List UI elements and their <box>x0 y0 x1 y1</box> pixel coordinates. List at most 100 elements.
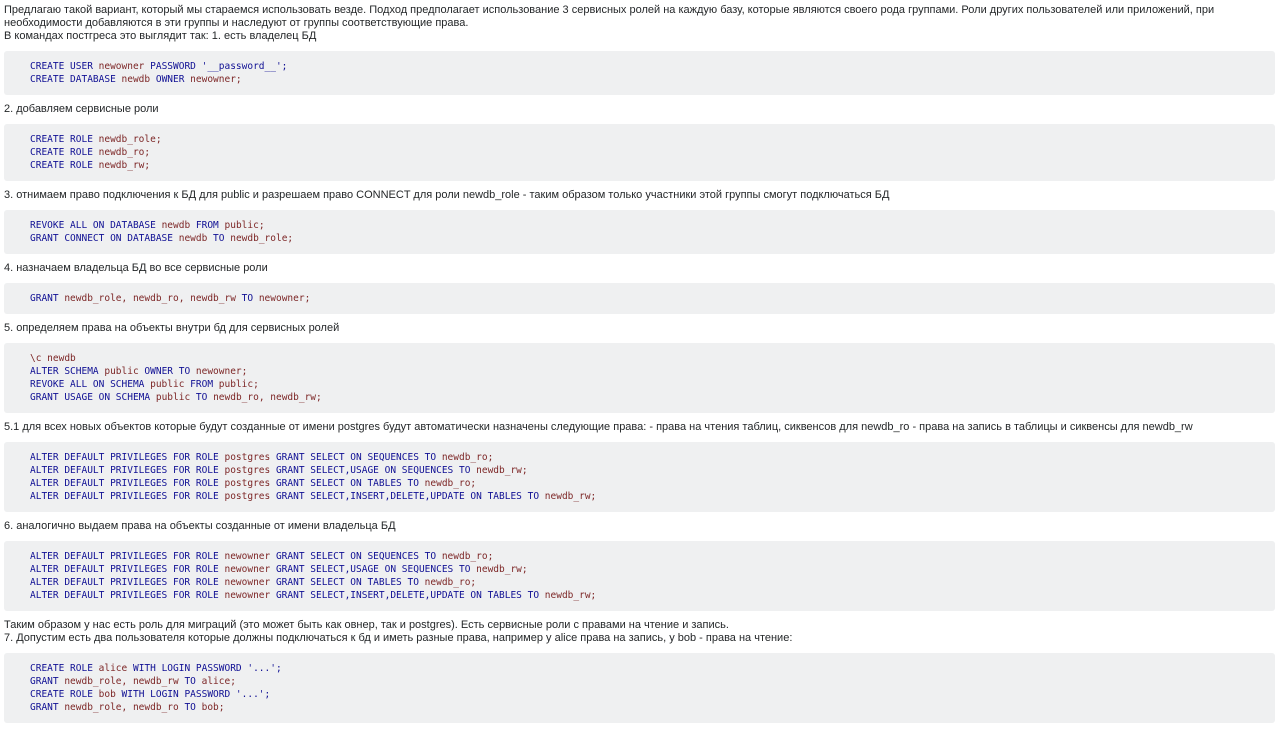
sql-keyword: TO <box>195 392 214 403</box>
sql-identifier: public; <box>224 220 265 231</box>
paragraph: 5.1 для всех новых объектов которые буду… <box>4 421 1193 433</box>
sql-keyword: GRANT SELECT,INSERT,DELETE,UPDATE ON TAB… <box>275 590 545 601</box>
code-block: ALTER DEFAULT PRIVILEGES FOR ROLE newown… <box>4 541 1275 611</box>
code-line: CREATE ROLE newdb_rw; <box>30 160 150 171</box>
sql-identifier: newdb_ro; <box>424 478 477 489</box>
code-line: \c newdb <box>30 353 76 364</box>
code-line: ALTER DEFAULT PRIVILEGES FOR ROLE postgr… <box>30 491 596 502</box>
code-line: CREATE DATABASE newdb OWNER newowner; <box>30 74 242 85</box>
sql-keyword: GRANT USAGE ON SCHEMA <box>30 392 156 403</box>
sql-identifier: newowner <box>224 577 276 588</box>
sql-identifier: newowner <box>98 61 151 72</box>
sql-identifier: alice <box>98 663 133 674</box>
sql-keyword: CREATE ROLE <box>30 689 99 700</box>
sql-identifier: newdb_role; <box>98 134 162 145</box>
sql-keyword: CREATE USER <box>30 61 99 72</box>
sql-keyword: GRANT SELECT ON SEQUENCES TO <box>275 452 442 463</box>
sql-string: '...'; <box>235 689 271 700</box>
paragraph: 3. отнимаем право подключения к БД для p… <box>4 189 890 201</box>
code-block: \c newdb ALTER SCHEMA public OWNER TO ne… <box>4 343 1275 413</box>
sql-keyword: GRANT SELECT,USAGE ON SEQUENCES TO <box>275 564 477 575</box>
code-block: CREATE ROLE newdb_role; CREATE ROLE newd… <box>4 124 1275 181</box>
sql-identifier: bob <box>98 689 122 700</box>
sql-string: '__password__'; <box>201 61 288 72</box>
sql-identifier: public; <box>218 379 259 390</box>
paragraph: 6. аналогично выдаем права на объекты со… <box>4 520 396 532</box>
page: { "colors": { "page_bg": "#ffffff", "tex… <box>0 0 1280 733</box>
sql-keyword: GRANT SELECT,INSERT,DELETE,UPDATE ON TAB… <box>275 491 545 502</box>
sql-code: GRANT newdb_role, newdb_ro, newdb_rw TO … <box>30 293 310 304</box>
sql-keyword: REVOKE ALL ON DATABASE <box>30 220 162 231</box>
sql-identifier: newdb_rw; <box>544 491 597 502</box>
paragraph: 2. добавляем сервисные роли <box>4 103 159 115</box>
paragraph: Предлагаю такой вариант, который мы стар… <box>4 4 1215 29</box>
code-block: ALTER DEFAULT PRIVILEGES FOR ROLE postgr… <box>4 442 1275 512</box>
code-line: ALTER DEFAULT PRIVILEGES FOR ROLE postgr… <box>30 478 476 489</box>
code-line: ALTER DEFAULT PRIVILEGES FOR ROLE newown… <box>30 551 493 562</box>
sql-identifier: public <box>150 379 191 390</box>
sql-identifier: newdb_ro; <box>98 147 151 158</box>
sql-code: CREATE ROLE alice WITH LOGIN PASSWORD '.… <box>30 663 282 713</box>
sql-keyword: GRANT <box>30 676 65 687</box>
paragraph: 4. назначаем владельца БД во все сервисн… <box>4 262 268 274</box>
sql-keyword: ALTER DEFAULT PRIVILEGES FOR ROLE <box>30 465 225 476</box>
sql-keyword: GRANT CONNECT ON DATABASE <box>30 233 179 244</box>
sql-identifier: newdb_ro; <box>441 452 494 463</box>
sql-identifier: postgres <box>224 491 276 502</box>
sql-identifier: alice; <box>201 676 236 687</box>
code-line: REVOKE ALL ON SCHEMA public FROM public; <box>30 379 259 390</box>
sql-identifier: newowner; <box>190 74 242 85</box>
sql-keyword: ALTER DEFAULT PRIVILEGES FOR ROLE <box>30 452 225 463</box>
sql-keyword: WITH LOGIN PASSWORD <box>132 663 248 674</box>
sql-code: CREATE USER newowner PASSWORD '__passwor… <box>30 61 287 85</box>
code-line: GRANT USAGE ON SCHEMA public TO newdb_ro… <box>30 392 322 403</box>
code-line: GRANT CONNECT ON DATABASE newdb TO newdb… <box>30 233 293 244</box>
sql-keyword: GRANT <box>30 293 65 304</box>
sql-keyword: GRANT SELECT,USAGE ON SEQUENCES TO <box>275 465 477 476</box>
code-line: REVOKE ALL ON DATABASE newdb FROM public… <box>30 220 265 231</box>
sql-identifier: newdb_role, newdb_ro, newdb_rw <box>64 293 242 304</box>
code-line: GRANT newdb_role, newdb_ro, newdb_rw TO … <box>30 293 310 304</box>
sql-keyword: PASSWORD <box>150 61 202 72</box>
sql-identifier: newowner <box>224 564 276 575</box>
sql-keyword: ALTER DEFAULT PRIVILEGES FOR ROLE <box>30 478 225 489</box>
sql-keyword: FROM <box>195 220 225 231</box>
code-line: ALTER DEFAULT PRIVILEGES FOR ROLE newown… <box>30 590 596 601</box>
sql-keyword: TO <box>241 293 259 304</box>
code-line: CREATE ROLE bob WITH LOGIN PASSWORD '...… <box>30 689 270 700</box>
sql-code: REVOKE ALL ON DATABASE newdb FROM public… <box>30 220 293 244</box>
sql-string: '...'; <box>247 663 282 674</box>
paragraph: В командах постгреса это выглядит так: 1… <box>4 30 317 42</box>
code-line: ALTER DEFAULT PRIVILEGES FOR ROLE postgr… <box>30 452 493 463</box>
sql-keyword: TO <box>184 676 202 687</box>
sql-keyword: GRANT <box>30 702 65 713</box>
code-line: CREATE ROLE alice WITH LOGIN PASSWORD '.… <box>30 663 282 674</box>
sql-identifier: newdb_rw; <box>476 465 528 476</box>
code-block: GRANT newdb_role, newdb_ro, newdb_rw TO … <box>4 283 1275 314</box>
sql-identifier: bob; <box>201 702 225 713</box>
code-block: REVOKE ALL ON DATABASE newdb FROM public… <box>4 210 1275 254</box>
sql-keyword: TO <box>184 702 202 713</box>
code-line: GRANT newdb_role, newdb_rw TO alice; <box>30 676 236 687</box>
sql-identifier: postgres <box>224 452 276 463</box>
sql-keyword: REVOKE ALL ON SCHEMA <box>30 379 151 390</box>
sql-identifier: postgres <box>224 478 276 489</box>
sql-identifier: newdb_ro; <box>441 551 494 562</box>
sql-keyword: CREATE ROLE <box>30 147 99 158</box>
sql-identifier: newowner; <box>258 293 311 304</box>
sql-keyword: ALTER DEFAULT PRIVILEGES FOR ROLE <box>30 551 225 562</box>
sql-keyword: GRANT SELECT ON TABLES TO <box>275 577 425 588</box>
code-line: ALTER DEFAULT PRIVILEGES FOR ROLE postgr… <box>30 465 528 476</box>
sql-code: \c newdb ALTER SCHEMA public OWNER TO ne… <box>30 353 322 403</box>
sql-keyword: FROM <box>190 379 219 390</box>
sql-identifier: newdb <box>161 220 196 231</box>
sql-identifier: newowner <box>224 590 276 601</box>
sql-keyword: GRANT SELECT ON SEQUENCES TO <box>275 551 442 562</box>
code-line: ALTER DEFAULT PRIVILEGES FOR ROLE newown… <box>30 564 528 575</box>
sql-identifier: newdb_ro; <box>424 577 477 588</box>
sql-keyword: ALTER SCHEMA <box>30 366 105 377</box>
sql-identifier: newdb_rw; <box>98 160 151 171</box>
sql-identifier: newdb <box>178 233 214 244</box>
sql-keyword: ALTER DEFAULT PRIVILEGES FOR ROLE <box>30 491 225 502</box>
sql-code: ALTER DEFAULT PRIVILEGES FOR ROLE newown… <box>30 551 596 601</box>
